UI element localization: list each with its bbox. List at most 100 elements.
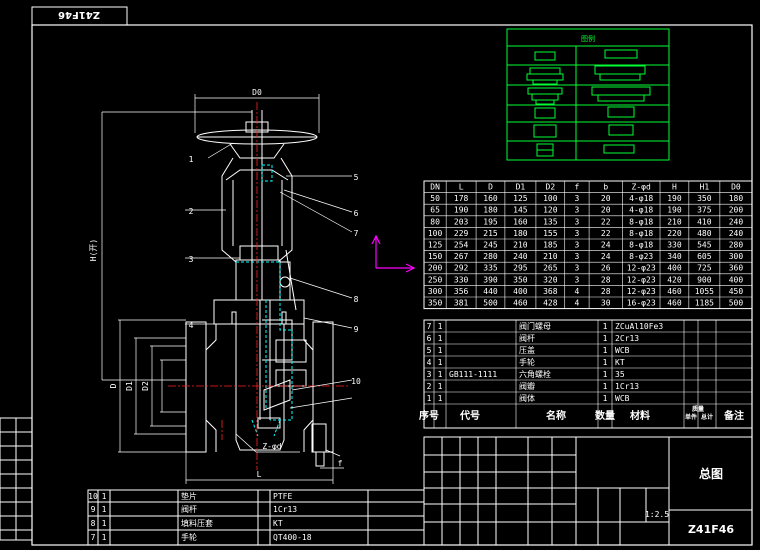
spec-table-cell: 160 [513, 217, 528, 226]
bottom-parts-cell: 手轮 [181, 532, 197, 542]
bottom-parts-cell: 1Cr13 [273, 505, 297, 514]
spec-table-cell: 250 [428, 275, 443, 284]
dim-label-d1: D1 [125, 381, 134, 391]
spec-table-cell: 3 [575, 194, 580, 203]
spec-table-cell: 3 [575, 264, 580, 273]
spec-table-cell: 245 [483, 241, 498, 250]
bottom-parts-cell: KT [273, 519, 283, 528]
spec-table-cell: 20 [601, 206, 611, 215]
spec-table-cell: 12-φ23 [627, 287, 656, 296]
spec-table-cell: 390 [483, 275, 498, 284]
spec-table-cell: 330 [454, 275, 469, 284]
bottom-parts-cell: 填料压套 [181, 518, 213, 528]
spec-table-cell: 12-φ23 [627, 264, 656, 273]
parts-list-header: 备注 [723, 409, 744, 422]
parts-list-cell: 1 [603, 382, 608, 391]
spec-table-cell: 3 [575, 252, 580, 261]
spec-table-header: D2 [546, 183, 556, 192]
spec-table-cell: 267 [454, 252, 469, 261]
parts-list-cell: 1 [438, 334, 443, 343]
spec-table-cell: 350 [513, 275, 528, 284]
spec-table-cell: 24 [601, 241, 611, 250]
spec-table-cell: 12-φ23 [627, 275, 656, 284]
bottom-parts-cell: 1 [102, 492, 107, 501]
spec-table-cell: 26 [601, 264, 611, 273]
parts-list-cell: GB111-1111 [449, 370, 497, 379]
spec-table-cell: 100 [428, 229, 443, 238]
spec-table-cell: 145 [513, 206, 528, 215]
spec-table-cell: 180 [483, 206, 498, 215]
spec-table-cell: 28 [601, 275, 611, 284]
spec-table-cell: 4-φ18 [629, 194, 653, 203]
parts-list-header: 材料 [630, 409, 650, 422]
parts-list-cell: 1Cr13 [615, 382, 639, 391]
spec-table-header: b [603, 183, 608, 192]
spec-table-cell: 356 [454, 287, 469, 296]
spec-table-header: L [459, 183, 464, 192]
spec-table-cell: 8-φ18 [629, 217, 653, 226]
spec-table-cell: 210 [667, 217, 682, 226]
spec-table-cell: 178 [454, 194, 469, 203]
legend-title: 图例 [581, 34, 595, 43]
spec-table-cell: 220 [667, 229, 682, 238]
dim-label-l: L [257, 470, 262, 479]
parts-list-header: 总计 [701, 413, 713, 421]
spec-table-cell: 545 [697, 241, 712, 250]
spec-table-cell: 50 [430, 194, 440, 203]
spec-table-cell: 480 [697, 229, 712, 238]
spec-table-cell: 8-φ23 [629, 252, 653, 261]
spec-table-cell: 229 [454, 229, 469, 238]
spec-table-cell: 295 [513, 264, 528, 273]
parts-list-cell: 1 [438, 358, 443, 367]
spec-table-cell: 155 [543, 229, 558, 238]
spec-table-cell: 240 [513, 252, 528, 261]
spec-table-cell: 180 [513, 229, 528, 238]
spec-table-cell: 375 [697, 206, 712, 215]
parts-list-cell: 35 [615, 370, 625, 379]
part-balloon-5: 5 [354, 173, 359, 182]
spec-table-cell: 200 [428, 264, 443, 273]
dim-label-d2: D2 [141, 381, 150, 391]
bottom-parts-cell: 1 [102, 505, 107, 514]
dim-label-height: H(开) [89, 239, 98, 261]
spec-table-cell: 180 [729, 194, 744, 203]
dim-label-holes: Z-φd [262, 442, 281, 451]
spec-table-cell: 400 [667, 264, 682, 273]
spec-table-cell: 210 [543, 252, 558, 261]
spec-table-cell: 460 [667, 287, 682, 296]
spec-table-cell: 4-φ18 [629, 206, 653, 215]
spec-table-cell: 350 [428, 299, 443, 308]
parts-list-cell: 7 [427, 322, 432, 331]
spec-table-cell: 420 [667, 275, 682, 284]
cad-drawing: Z41F46 图例 DN L D D1 D2 f b Z-φd H H1 D05… [0, 0, 760, 550]
parts-list-cell: 压盖 [519, 345, 535, 355]
parts-list-cell: ZCuAl10Fe3 [615, 322, 663, 331]
parts-list-cell: 1 [603, 370, 608, 379]
part-balloon-2: 2 [189, 207, 194, 216]
spec-table-header: H1 [700, 183, 710, 192]
spec-table-cell: 330 [667, 241, 682, 250]
spec-table-cell: 900 [697, 275, 712, 284]
spec-table-header: D1 [516, 183, 526, 192]
spec-table-cell: 203 [454, 217, 469, 226]
dim-label-f: f [338, 459, 343, 468]
spec-table-cell: 340 [667, 252, 682, 261]
dim-label-d: D [109, 383, 118, 388]
drawing-number-tab-text: Z41F46 [58, 9, 100, 20]
title-block-drawing-number: Z41F46 [688, 523, 734, 536]
parts-list-mass-label: 质量 [692, 405, 704, 413]
parts-list-cell: 手轮 [519, 357, 535, 367]
title-block-drawing-title: 总图 [699, 466, 723, 481]
part-balloon-7: 7 [354, 229, 359, 238]
bottom-parts-cell: 9 [91, 505, 96, 514]
parts-list-cell: 1 [438, 394, 443, 403]
bottom-parts-cell: 8 [91, 519, 96, 528]
parts-list-cell: 5 [427, 346, 432, 355]
spec-table-cell: 8-φ18 [629, 229, 653, 238]
parts-list-header: 单件 [685, 413, 697, 421]
dim-label-d0: D0 [252, 88, 262, 97]
bottom-parts-cell: QT400-18 [273, 533, 312, 542]
spec-table-cell: 460 [513, 299, 528, 308]
part-balloon-1: 1 [189, 155, 194, 164]
spec-table-cell: 80 [430, 217, 440, 226]
